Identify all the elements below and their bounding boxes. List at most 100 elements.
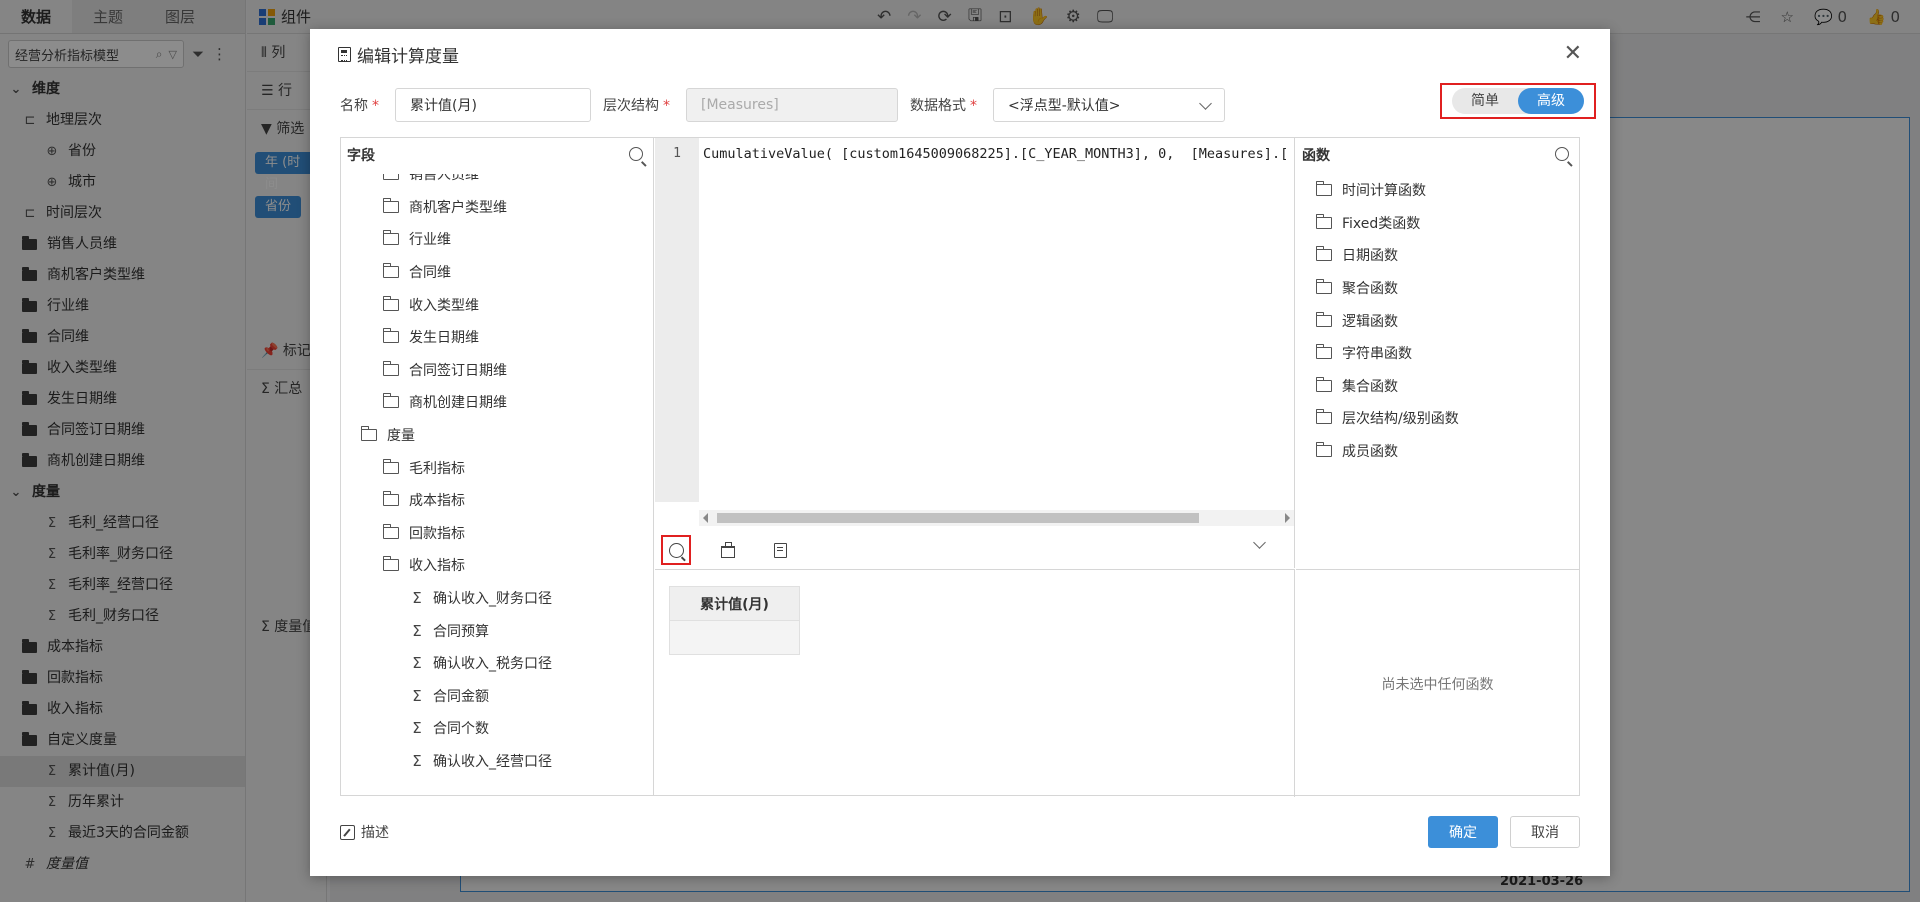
folder-icon: [383, 230, 399, 246]
field-item[interactable]: 回款指标: [341, 517, 653, 550]
cancel-button[interactable]: 取消: [1510, 816, 1580, 848]
function-category[interactable]: 聚合函数: [1296, 272, 1579, 305]
function-category-label: 时间计算函数: [1342, 183, 1426, 200]
field-pane-title: 字段: [347, 148, 375, 164]
format-label: 数据格式 *: [910, 95, 977, 115]
field-item[interactable]: 度量: [341, 419, 653, 452]
name-label-text: 名称: [340, 98, 368, 114]
field-item[interactable]: 合同维: [341, 256, 653, 289]
field-item[interactable]: 成本指标: [341, 484, 653, 517]
preview-table: 累计值(月): [669, 586, 800, 655]
chevron-down-icon: [1199, 96, 1212, 110]
folder-icon: [383, 174, 399, 181]
code-line[interactable]: CumulativeValue( [custom1645009068225].[…: [703, 138, 1294, 170]
folder-icon: [383, 393, 399, 409]
field-item-label: 回款指标: [409, 525, 465, 542]
scrollbar-thumb[interactable]: [717, 513, 1199, 523]
editor-toolbar: [655, 532, 1294, 568]
line-gutter: 1: [655, 138, 699, 502]
field-item[interactable]: 商机客户类型维: [341, 191, 653, 224]
field-item[interactable]: Σ 确认收入_经营口径: [341, 745, 653, 778]
search-icon[interactable]: [1555, 147, 1569, 161]
function-category-label: Fixed类函数: [1342, 215, 1421, 232]
field-item[interactable]: 合同签订日期维: [341, 354, 653, 387]
format-select-value: <浮点型-默认值>: [1008, 98, 1121, 114]
field-item[interactable]: Σ 合同预算: [341, 614, 653, 647]
confirm-button[interactable]: 确定: [1428, 816, 1498, 848]
clear-button[interactable]: [713, 535, 743, 565]
format-select[interactable]: <浮点型-默认值>: [993, 88, 1225, 122]
field-item[interactable]: Σ 合同个数: [341, 712, 653, 745]
field-item[interactable]: 发生日期维: [341, 321, 653, 354]
measure-icon: Σ: [412, 751, 422, 770]
folder-icon: [1316, 279, 1332, 295]
field-item-label: 确认收入_经营口径: [433, 753, 552, 770]
function-category-label: 逻辑函数: [1342, 313, 1398, 330]
dialog-header: 编辑计算度量: [310, 29, 1610, 79]
folder-icon: [1316, 376, 1332, 392]
function-pane: 函数 时间计算函数 Fixed类函数 日期函数 聚合函数 逻辑函数 字符串函数 集合函数 层次…: [1296, 138, 1579, 568]
mode-toggle: 简单 高级: [1452, 88, 1584, 114]
field-item[interactable]: 收入指标: [341, 549, 653, 582]
measure-icon: Σ: [412, 719, 422, 738]
function-category[interactable]: Fixed类函数: [1296, 207, 1579, 240]
preview-button[interactable]: [661, 535, 691, 565]
field-item[interactable]: Σ 确认收入_税务口径: [341, 647, 653, 680]
expression-editor[interactable]: 1 CumulativeValue( [custom1645009068225]…: [655, 138, 1295, 568]
hierarchy-label-text: 层次结构: [603, 98, 659, 114]
scroll-right-icon[interactable]: [1285, 513, 1290, 523]
mode-highlight-box: 简单 高级: [1440, 83, 1596, 119]
folder-icon: [1316, 409, 1332, 425]
field-item[interactable]: 毛利指标: [341, 451, 653, 484]
field-item-label: 商机客户类型维: [409, 199, 507, 216]
function-category[interactable]: 集合函数: [1296, 370, 1579, 403]
field-item[interactable]: 收入类型维: [341, 288, 653, 321]
format-label-text: 数据格式: [910, 98, 966, 114]
folder-icon: [383, 491, 399, 507]
field-item[interactable]: Σ 确认收入_财务口径: [341, 582, 653, 615]
dialog-body: 字段 销售人员维商机客户类型维行业维合同维收入类型维发生日期维合同签订日期维 商机…: [340, 137, 1580, 797]
scroll-left-icon[interactable]: [703, 513, 708, 523]
function-category-label: 字符串函数: [1342, 346, 1412, 363]
function-category[interactable]: 时间计算函数: [1296, 174, 1579, 207]
function-category[interactable]: 层次结构/级别函数: [1296, 402, 1579, 435]
format-button[interactable]: [765, 535, 795, 565]
field-item[interactable]: 商机创建日期维: [341, 386, 653, 419]
field-pane: 字段 销售人员维商机客户类型维行业维合同维收入类型维发生日期维合同签订日期维 商机…: [341, 138, 654, 795]
field-item-label: 合同维: [409, 265, 451, 282]
hierarchy-input: [Measures]: [686, 88, 898, 122]
function-category-label: 聚合函数: [1342, 281, 1398, 298]
mode-advanced-button[interactable]: 高级: [1518, 88, 1584, 114]
field-item-label: 确认收入_税务口径: [433, 656, 552, 673]
field-item[interactable]: Σ 合同金额: [341, 680, 653, 713]
describe-button[interactable]: 描述: [340, 822, 389, 842]
describe-label: 描述: [361, 825, 389, 841]
required-mark: *: [970, 98, 977, 114]
field-item-label: 合同预算: [433, 623, 489, 640]
name-label: 名称 *: [340, 95, 379, 115]
folder-icon: [383, 328, 399, 344]
folder-icon: [383, 458, 399, 474]
folder-icon: [383, 360, 399, 376]
field-item-label: 收入类型维: [409, 297, 479, 314]
edit-calculated-measure-dialog: 编辑计算度量 ✕ 名称 * 累计值(月) 层次结构 * [Measures] 数据格…: [310, 29, 1610, 876]
measure-icon: Σ: [412, 589, 422, 608]
name-input[interactable]: 累计值(月): [395, 88, 591, 122]
field-item[interactable]: 销售人员维: [341, 174, 653, 191]
function-category[interactable]: 成员函数: [1296, 435, 1579, 468]
field-item-label: 合同金额: [433, 688, 489, 705]
field-item[interactable]: 行业维: [341, 223, 653, 256]
horizontal-scrollbar[interactable]: [699, 510, 1294, 526]
function-description: 尚未选中任何函数: [1296, 569, 1579, 797]
folder-icon: [1316, 246, 1332, 262]
folder-icon: [383, 263, 399, 279]
function-category[interactable]: 逻辑函数: [1296, 304, 1579, 337]
search-icon[interactable]: [629, 147, 643, 161]
function-category[interactable]: 日期函数: [1296, 239, 1579, 272]
field-item-label: 发生日期维: [409, 330, 479, 347]
close-icon[interactable]: ✕: [1564, 41, 1582, 66]
function-category[interactable]: 字符串函数: [1296, 337, 1579, 370]
form-row: 名称 * 累计值(月) 层次结构 * [Measures] 数据格式 * <浮点型-默…: [340, 87, 1580, 123]
preview-header: 累计值(月): [669, 586, 800, 621]
mode-simple-button[interactable]: 简单: [1452, 88, 1518, 114]
